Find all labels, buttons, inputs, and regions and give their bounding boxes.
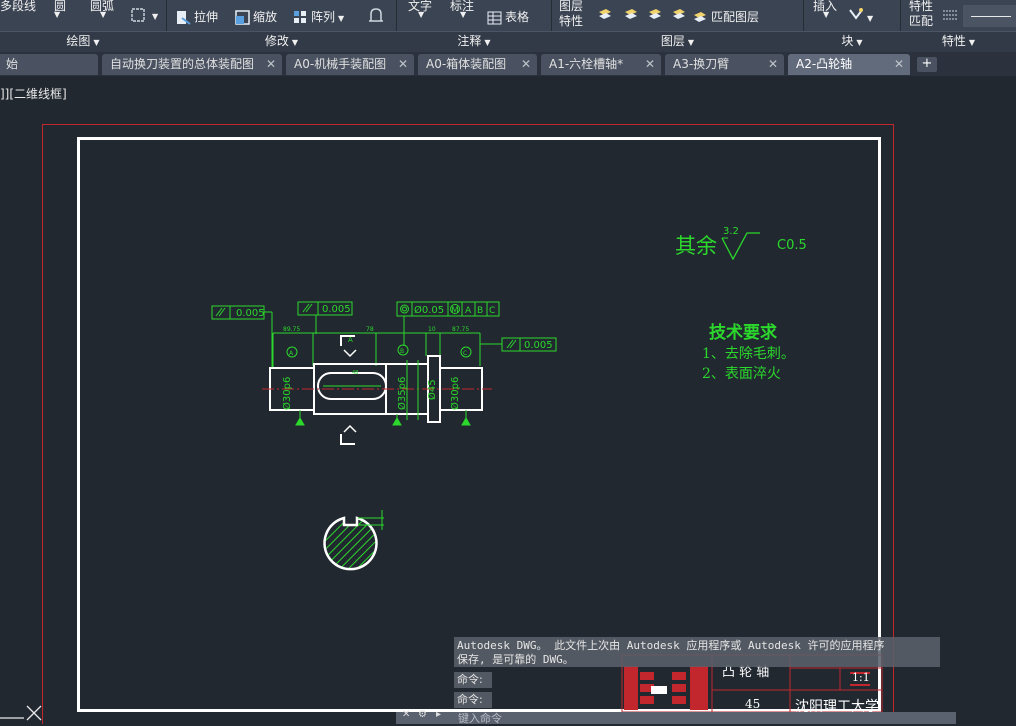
- material: 45: [745, 697, 761, 711]
- svg-text:B: B: [477, 306, 483, 316]
- technical-requirement-item: 1、去除毛刺。: [702, 346, 795, 362]
- technical-requirement-item: 2、表面淬火: [702, 366, 781, 382]
- svg-text:M: M: [451, 306, 459, 316]
- technical-requirements-title: 技术要求: [709, 323, 777, 343]
- datum-triangles: [295, 416, 471, 426]
- svg-text:78: 78: [366, 326, 374, 333]
- chamfer-note: C0.5: [777, 238, 807, 253]
- svg-text:Ø30p6: Ø30p6: [449, 377, 461, 410]
- close-icon[interactable]: ✕: [402, 709, 410, 720]
- svg-text:Ø0.05: Ø0.05: [414, 304, 444, 316]
- prompt-arrow-icon[interactable]: ▸: [436, 709, 441, 720]
- svg-text:Ø45: Ø45: [426, 379, 438, 400]
- position-tolerance-frame: [396, 301, 500, 346]
- wrench-icon[interactable]: ⚙: [418, 709, 427, 720]
- command-prompt: 命令:: [454, 672, 492, 688]
- svg-text:0.005: 0.005: [524, 340, 553, 351]
- svg-text:A: A: [465, 306, 472, 316]
- command-history-line: Autodesk DWG。 此文件上次由 Autodesk 应用程序或 Auto…: [457, 639, 885, 652]
- command-prompt: 命令:: [454, 692, 492, 708]
- svg-text:C: C: [463, 350, 467, 357]
- svg-text:89.75: 89.75: [283, 326, 300, 333]
- svg-text:48: 48: [352, 370, 358, 376]
- svg-text:A: A: [348, 336, 353, 344]
- svg-text:B: B: [400, 348, 404, 355]
- svg-text:0.005: 0.005: [322, 304, 351, 315]
- rest-roughness-label: 其余: [675, 234, 717, 258]
- dimension-text: 0.005 0.005 Ø0.05 M A B C 0.005 89.75 78…: [236, 304, 553, 410]
- svg-text:Ø30p6: Ø30p6: [281, 377, 293, 410]
- command-history: Autodesk DWG。 此文件上次由 Autodesk 应用程序或 Auto…: [454, 637, 940, 667]
- roughness-value: 3.2: [723, 226, 739, 237]
- command-history-line: 保存, 是可靠的 DWG。: [457, 653, 574, 666]
- svg-text:A: A: [289, 350, 294, 357]
- svg-text:C: C: [489, 306, 495, 316]
- svg-text:87.75: 87.75: [452, 326, 469, 333]
- command-input[interactable]: ✕ ⚙ ▸ 键入命令: [396, 709, 956, 725]
- svg-text:0.005: 0.005: [236, 308, 265, 319]
- cross-section: [323, 510, 384, 571]
- svg-text:10: 10: [428, 326, 436, 333]
- drawing-canvas[interactable]: 0.005 0.005 Ø0.05 M A B C 0.005 89.75 78…: [0, 0, 1016, 724]
- drawing-scale: 1:1: [852, 671, 870, 684]
- svg-text:Ø35p6: Ø35p6: [396, 377, 408, 410]
